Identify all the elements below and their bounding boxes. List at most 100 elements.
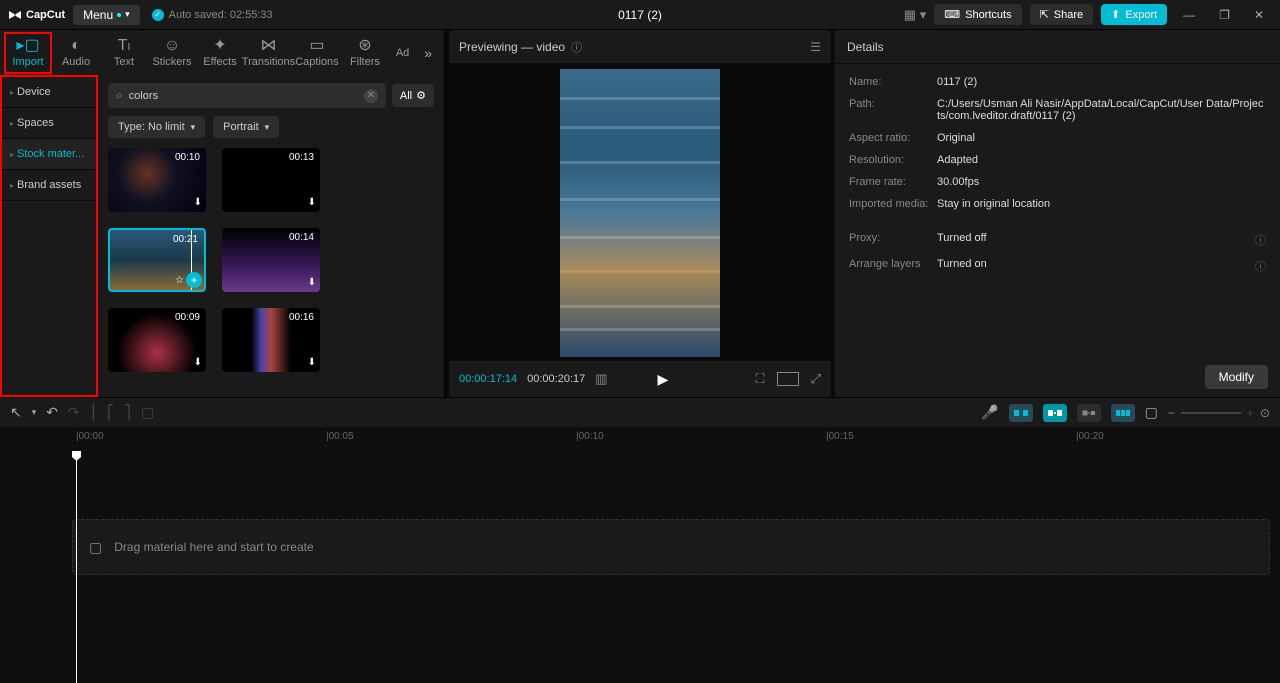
details-panel: Details Name:0117 (2) Path:C:/Users/Usma… (835, 30, 1280, 397)
download-icon[interactable]: ⬇ (308, 357, 316, 368)
sidebar-item-spaces[interactable]: ▸Spaces (2, 108, 96, 139)
play-button[interactable]: ▶ (658, 371, 669, 388)
timeline-ruler[interactable]: |00:00 |00:05 |00:10 |00:15 |00:20 (0, 427, 1280, 451)
shortcuts-button[interactable]: ⌨Shortcuts (934, 4, 1021, 25)
chevron-right-icon: ▸ (10, 181, 14, 190)
sidebar-item-stock[interactable]: ▸Stock mater... (2, 139, 96, 170)
mic-icon[interactable]: 🎤 (981, 404, 998, 421)
filter-orientation[interactable]: Portrait▾ (213, 116, 279, 138)
add-to-timeline-button[interactable]: + (186, 272, 202, 288)
tab-effects[interactable]: ✦Effects (196, 34, 244, 72)
media-thumb[interactable]: 00:09⬇ (108, 308, 206, 372)
delete-button[interactable]: ▢ (141, 404, 154, 421)
preview-panel: Previewing — video ⓘ ☰ 00:00:17:14 00:00… (449, 30, 831, 397)
download-icon[interactable]: ⬇ (308, 197, 316, 208)
compare-icon[interactable]: ▥ (595, 371, 607, 387)
snap-button[interactable] (1077, 404, 1101, 422)
search-input[interactable] (129, 90, 358, 102)
share-button[interactable]: ⇱Share (1030, 4, 1094, 25)
preview-canvas (560, 69, 720, 357)
duration-label: 00:14 (289, 232, 314, 243)
tab-audio[interactable]: ◐Audio (52, 34, 100, 72)
stickers-icon: ☺ (164, 38, 180, 54)
maximize-button[interactable]: ❐ (1211, 4, 1238, 26)
link-button[interactable] (1043, 404, 1067, 422)
preview-title: Previewing — video (459, 40, 565, 54)
media-thumb[interactable]: 00:13⬇ (222, 148, 320, 212)
chevron-down-icon: ▾ (191, 122, 196, 133)
delete-left-button[interactable]: ⎡ (107, 404, 114, 421)
text-icon: TI (118, 38, 131, 54)
media-thumb[interactable]: 00:16⬇ (222, 308, 320, 372)
filters-icon: ⊛ (358, 38, 371, 54)
select-tool[interactable]: ↖ (10, 404, 22, 421)
playhead[interactable] (76, 451, 77, 683)
sidebar-item-device[interactable]: ▸Device (2, 77, 96, 108)
tab-ad[interactable]: Ad (389, 43, 416, 63)
tab-filters[interactable]: ⊛Filters (341, 34, 389, 72)
export-button[interactable]: ⬆Export (1101, 4, 1167, 25)
preview-render-icon[interactable]: ▢ (1145, 404, 1158, 421)
tabs-more-icon[interactable]: » (416, 45, 440, 61)
zoom-out-icon[interactable]: − (1168, 406, 1175, 420)
download-icon[interactable]: ⬇ (308, 277, 316, 288)
sidebar-item-brand[interactable]: ▸Brand assets (2, 170, 96, 201)
info-icon[interactable]: ⓘ (1255, 232, 1266, 248)
media-thumb-selected[interactable]: 00:21 ☆ + (108, 228, 206, 292)
media-thumb[interactable]: 00:10 ⬇ (108, 148, 206, 212)
preview-controls: 00:00:17:14 00:00:20:17 ▥ ▶ ⛶ ⤢ (449, 361, 831, 397)
zoom-in-icon[interactable]: + (1247, 406, 1254, 420)
aspect-button[interactable] (777, 372, 799, 386)
tab-captions[interactable]: ▭Captions (293, 34, 341, 72)
media-thumb[interactable]: 00:14 ⬇ (222, 228, 320, 292)
zoom-control[interactable]: − + ⊙ (1168, 406, 1270, 420)
delete-right-button[interactable]: ⎤ (124, 404, 131, 421)
ruler-mark: |00:10 (576, 431, 604, 442)
duration-label: 00:10 (175, 152, 200, 163)
clear-search-button[interactable]: ✕ (364, 89, 378, 103)
timeline-tracks[interactable]: ▢ Drag material here and start to create (0, 451, 1280, 683)
search-box[interactable]: ⌕ ✕ (108, 83, 386, 108)
modify-button[interactable]: Modify (1205, 365, 1268, 389)
tab-import[interactable]: ▸▢Import (4, 32, 52, 74)
filter-type[interactable]: Type: No limit▾ (108, 116, 205, 138)
download-icon[interactable]: ⬇ (194, 197, 202, 208)
search-icon: ⌕ (116, 88, 123, 103)
preview-menu-icon[interactable]: ☰ (810, 40, 821, 54)
duration-label: 00:21 (173, 234, 198, 245)
select-dropdown[interactable]: ▾ (32, 407, 37, 418)
details-aspect-label: Aspect ratio: (849, 132, 937, 144)
fullscreen-icon[interactable]: ⤢ (811, 371, 821, 387)
redo-button[interactable]: ↷ (68, 404, 80, 421)
tab-text[interactable]: TIText (100, 34, 148, 72)
tool-tabs: ▸▢Import ◐Audio TIText ☺Stickers ✦Effect… (0, 30, 444, 75)
playhead-handle[interactable] (72, 451, 81, 461)
minimize-button[interactable]: — (1175, 4, 1203, 26)
details-layers-label: Arrange layers (849, 258, 937, 274)
undo-button[interactable]: ↶ (46, 404, 58, 421)
split-button[interactable]: ⎮ (90, 404, 97, 421)
favorite-icon[interactable]: ☆ (175, 275, 184, 286)
layout-icon[interactable]: ▦ ▾ (904, 7, 926, 23)
zoom-fit-icon[interactable]: ⊙ (1260, 406, 1270, 420)
magnet-button[interactable] (1009, 404, 1033, 422)
preview-cut-button[interactable] (1111, 404, 1135, 422)
audio-icon: ◐ (71, 38, 81, 54)
project-title: 0117 (2) (618, 8, 662, 22)
details-imported: Stay in original location (937, 198, 1266, 210)
menu-button[interactable]: Menu▾ (73, 5, 140, 25)
download-icon[interactable]: ⬇ (194, 357, 202, 368)
preview-viewport[interactable] (449, 64, 831, 361)
info-icon[interactable]: ⓘ (571, 39, 582, 55)
info-icon[interactable]: ⓘ (1255, 258, 1266, 274)
details-proxy: Turned off (937, 232, 1255, 248)
timeline[interactable]: |00:00 |00:05 |00:10 |00:15 |00:20 ▢ Dra… (0, 427, 1280, 683)
tab-stickers[interactable]: ☺Stickers (148, 34, 196, 72)
close-button[interactable]: ✕ (1246, 4, 1272, 26)
focus-icon[interactable]: ⛶ (755, 371, 764, 387)
tab-transitions[interactable]: ⋈Transitions (244, 34, 293, 72)
filter-all-button[interactable]: All⚙ (392, 84, 434, 107)
timeline-dropzone[interactable]: ▢ Drag material here and start to create (72, 519, 1270, 575)
transitions-icon: ⋈ (260, 38, 276, 54)
ruler-mark: |00:15 (826, 431, 854, 442)
